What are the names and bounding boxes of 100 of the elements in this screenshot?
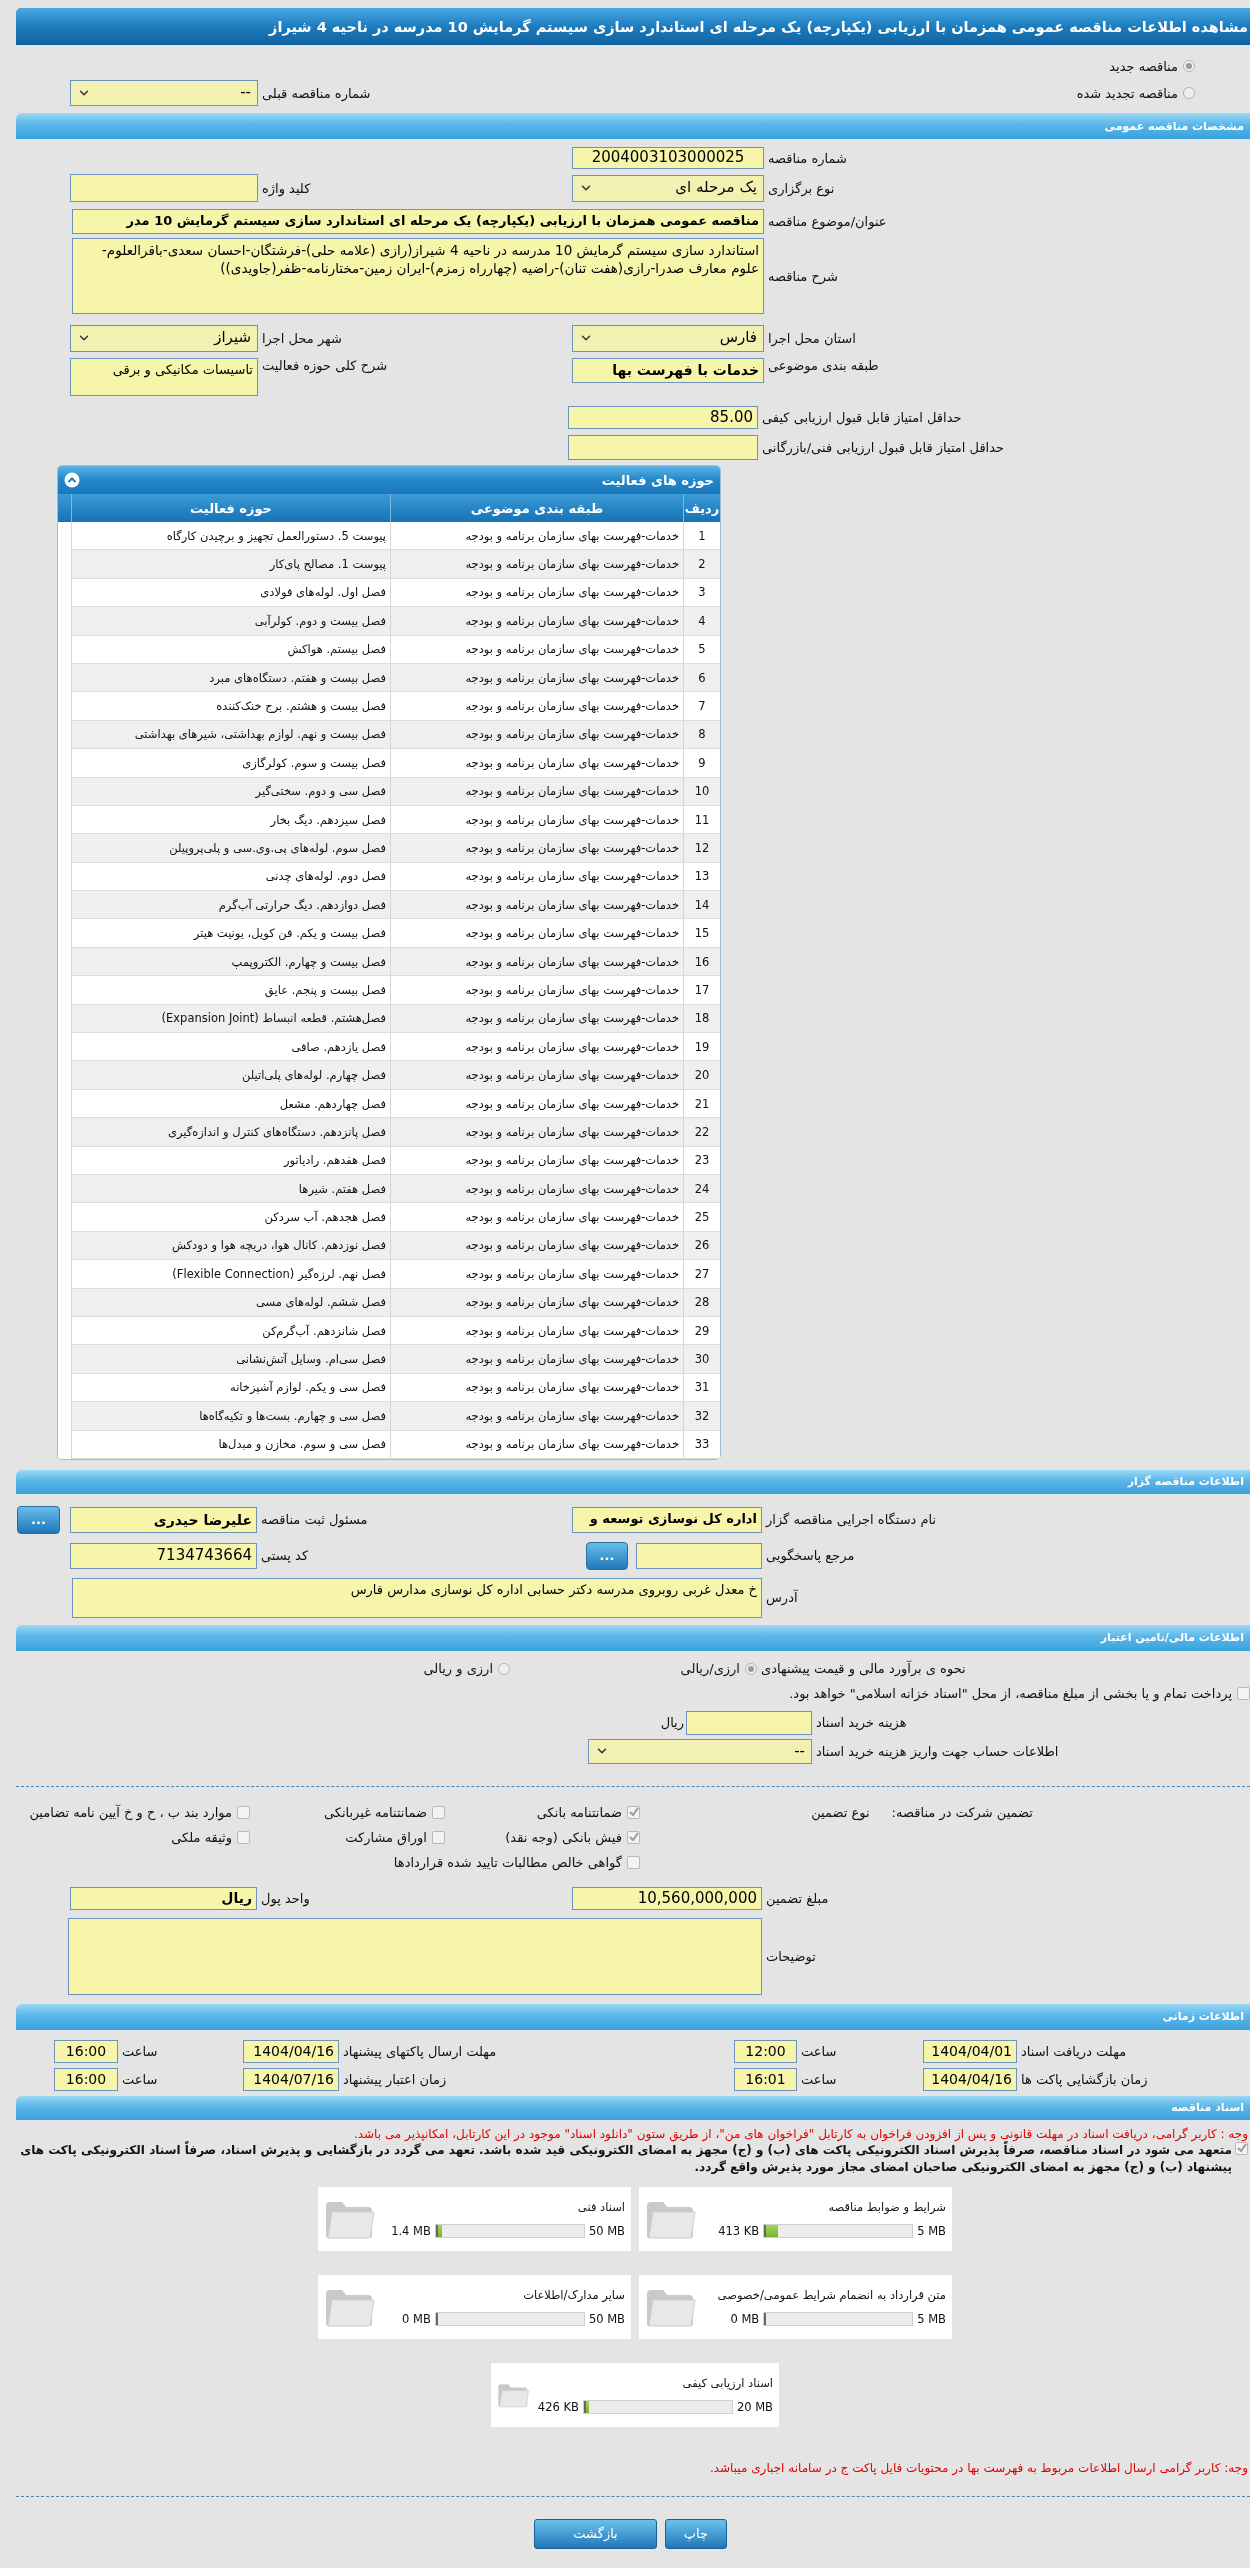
field-label: شماره مناقصه: [768, 150, 847, 166]
input-field[interactable]: [70, 174, 258, 202]
table-cell: خدمات-فهرست بهای سازمان برنامه و بودجه: [390, 692, 683, 721]
checkbox-label: وثیقه ملکی: [171, 1829, 232, 1845]
field-label: استان محل اجرا: [768, 330, 856, 346]
table-cell: خدمات-فهرست بهای سازمان برنامه و بودجه: [390, 550, 683, 579]
table-cell: فصل بیست و هفتم. دستگاه‌های مبرد: [71, 663, 390, 693]
table-cell: 9: [683, 749, 720, 778]
panel-title: حوزه های فعالیت: [601, 472, 714, 488]
checkbox[interactable]: [627, 1805, 640, 1819]
section-title: اسناد مناقصه: [1171, 2101, 1244, 2115]
table-cell: خدمات-فهرست بهای سازمان برنامه و بودجه: [390, 578, 683, 608]
radio-button[interactable]: [745, 1662, 757, 1675]
table-cell: 24: [683, 1175, 720, 1204]
checkbox[interactable]: [237, 1830, 250, 1844]
field-label: نوع تضمین: [811, 1804, 870, 1820]
table-cell: 31: [683, 1373, 720, 1403]
table-cell: 21: [683, 1089, 720, 1119]
table-cell: خدمات-فهرست بهای سازمان برنامه و بودجه: [390, 1402, 683, 1431]
table-cell: خدمات-فهرست بهای سازمان برنامه و بودجه: [390, 749, 683, 778]
checkbox-label: ضمانتنامه بانکی: [536, 1804, 622, 1820]
table-cell: خدمات-فهرست بهای سازمان برنامه و بودجه: [390, 1146, 683, 1175]
table-cell: خدمات-فهرست بهای سازمان برنامه و بودجه: [390, 919, 683, 948]
field-label: کلید واژه: [262, 180, 311, 196]
file-title: سایر مدارک/اطلاعات: [522, 2287, 625, 2302]
table-cell: فصل هجدهم. آب سردکن: [71, 1203, 390, 1232]
table-cell: 29: [683, 1316, 720, 1346]
field-label: آدرس: [766, 1590, 798, 1606]
size-limit: 20 MB: [736, 2399, 773, 2414]
checkbox[interactable]: [432, 1805, 445, 1819]
field-label: مهلت ارسال پاکتهای پیشنهاد: [343, 2043, 497, 2059]
table-cell: فصل بیست و نهم. لوازم بهداشتی، شیرهای بهداشتی: [71, 720, 390, 750]
field-label: شماره مناقصه قبلی: [262, 85, 371, 101]
field-label: کد پستی: [261, 1548, 309, 1564]
table-cell: فصل دوم. لوله‌های چدنی: [71, 862, 390, 892]
field-label: توضیحات: [766, 1948, 816, 1964]
table-cell: خدمات-فهرست بهای سازمان برنامه و بودجه: [390, 862, 683, 892]
checkbox[interactable]: [627, 1855, 640, 1869]
checkbox[interactable]: [1237, 1687, 1250, 1701]
text-area[interactable]: [68, 1917, 762, 1995]
radio-button[interactable]: [1183, 60, 1195, 72]
select-field[interactable]: شیراز: [70, 324, 258, 352]
checkbox[interactable]: [627, 1830, 640, 1844]
table-cell: 6: [683, 663, 720, 693]
collapse-icon[interactable]: [64, 472, 80, 488]
section-title: اطلاعات مالی/تامین اعتبار: [1100, 1631, 1244, 1645]
radio-label: مناقصه جدید: [1109, 58, 1178, 74]
page-title: مشاهده اطلاعات مناقصه عمومی همزمان با ارزیابی (یکپارچه) یک مرحله ای استاندارد سازی سیستم گرمایش 10 مدرسه در ناحیه 4 شیراز: [269, 18, 1248, 35]
input-field[interactable]: [686, 1710, 812, 1735]
table-cell: فصل پانزدهم. دستگاه‌های کنترل و اندازه‌گیری: [71, 1118, 390, 1147]
text-area: خ معدل غربی روبروی مدرسه دکتر حسابی اداره کل نوسازی مدارس فارس: [72, 1577, 762, 1618]
table-cell: فصل نوزدهم. کانال هوا، دریچه هوا و دودکش: [71, 1231, 390, 1261]
checkbox-label: اوراق مشارکت: [345, 1829, 427, 1845]
radio-button[interactable]: [498, 1662, 510, 1675]
file-size: 1.4 MB: [391, 2223, 431, 2238]
select-field[interactable]: --: [70, 80, 258, 106]
table-cell: 10: [683, 777, 720, 806]
table-cell: خدمات-فهرست بهای سازمان برنامه و بودجه: [390, 1288, 683, 1317]
table-cell: خدمات-فهرست بهای سازمان برنامه و بودجه: [390, 1203, 683, 1232]
select-field[interactable]: یک مرحله ای: [572, 174, 764, 202]
file-title: اسناد ارزیابی کیفی: [681, 2375, 773, 2390]
input-field[interactable]: [568, 435, 758, 460]
field-label: مهلت دریافت اسناد: [1021, 2043, 1127, 2059]
table-cell: 26: [683, 1231, 720, 1261]
field-label: حداقل امتیاز قابل قبول ارزیابی فنی/بازرگانی: [762, 440, 1005, 455]
table-cell: خدمات-فهرست بهای سازمان برنامه و بودجه: [390, 976, 683, 1005]
select-field[interactable]: --: [588, 1738, 812, 1764]
input-field: 7134743664: [70, 1542, 257, 1569]
table-cell: فصل سی و چهارم. بست‌ها و تکیه‌گاه‌ها: [71, 1402, 390, 1431]
table-cell: فصل بیست و یکم. فن کویل، یونیت هیتر: [71, 919, 390, 948]
field-label: ساعت: [122, 2071, 158, 2087]
unit-label: ریال: [660, 1715, 684, 1731]
table-cell: 11: [683, 805, 720, 835]
size-limit: 5 MB: [917, 2311, 946, 2326]
field-label: ساعت: [801, 2043, 837, 2059]
select-field[interactable]: فارس: [572, 324, 764, 352]
table-cell: فصل سی‌ام. وسایل آتش‌نشانی: [71, 1345, 390, 1374]
table-cell: خدمات-فهرست بهای سازمان برنامه و بودجه: [390, 1231, 683, 1261]
checkbox[interactable]: [237, 1805, 250, 1819]
checkbox[interactable]: [432, 1830, 445, 1844]
text-area: تاسیسات مکانیکی و برقی: [70, 358, 258, 396]
table-cell: خدمات-فهرست بهای سازمان برنامه و بودجه: [390, 663, 683, 693]
table-cell: فصل اول. لوله‌های فولادی: [71, 578, 390, 608]
commitment-text: متعهد می شود در اسناد مناقصه، صرفاً پذیرش اسناد الکترونیکی پاکت های (ب) و (ج) مجهز به امضای الکترونیکی قید شده باشد. تعهد می گردد در بازگشایی و پذیرش اسناد، صرفاً اسناد الکترونیکی پاکت های پیشنهاد (ب) و (ج) مجهز به امضای الکترونیکی صاحبان امضای مجاز مورد پذیرش واقع گردد.: [19, 2141, 1232, 2176]
file-size: 0 MB: [402, 2311, 431, 2326]
table-cell: خدمات-فهرست بهای سازمان برنامه و بودجه: [390, 805, 683, 835]
checkbox[interactable]: [1235, 2141, 1248, 2155]
date-field: 1404/04/01: [923, 2039, 1017, 2063]
table-cell: 30: [683, 1345, 720, 1374]
field-label: حداقل امتیاز قابل قبول ارزیابی کیفی: [762, 410, 962, 425]
table-cell: خدمات-فهرست بهای سازمان برنامه و بودجه: [390, 720, 683, 750]
field-label: شرح کلی حوزه فعالیت: [262, 358, 388, 373]
checkbox-label: گواهی خالص مطالبات تایید شده قراردادها: [393, 1854, 622, 1870]
table-cell: 4: [683, 607, 720, 636]
table-cell: 19: [683, 1033, 720, 1062]
input-field[interactable]: [636, 1542, 762, 1569]
radio-button[interactable]: [1183, 87, 1195, 99]
section-title: اطلاعات مناقصه گزار: [1127, 1475, 1244, 1489]
field-label: زمان اعتبار پیشنهاد: [343, 2071, 447, 2087]
table-cell: 33: [683, 1430, 720, 1459]
